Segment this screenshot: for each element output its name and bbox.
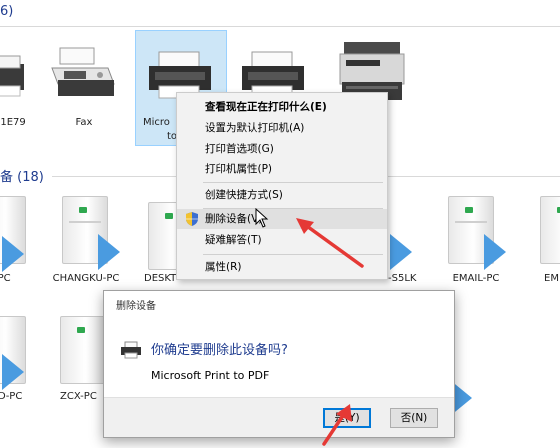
annotation-arrow-icon (322, 404, 352, 446)
status-led (465, 207, 473, 213)
menu-item-set-default[interactable]: 设置为默认打印机(A) (177, 118, 387, 138)
device-printer-1[interactable]: 61E79 (0, 40, 30, 140)
status-led (77, 327, 85, 333)
play-arrow-icon (484, 234, 506, 270)
device-computer-email-pc[interactable]: EMAIL-PC (438, 196, 514, 296)
device-computer[interactable]: -PC (0, 196, 36, 296)
status-led (79, 207, 87, 213)
uac-shield-icon (186, 212, 198, 226)
device-computer-changku-pc[interactable]: CHANGKU-PC (48, 196, 124, 296)
section-header-count: 6) (0, 4, 14, 19)
computer-tower-icon (60, 316, 106, 384)
dialog-device-name: Microsoft Print to PDF (151, 369, 270, 382)
device-label: Fax (75, 117, 93, 128)
section-header-printers: 6) (0, 4, 13, 19)
play-arrow-icon (98, 234, 120, 270)
device-label: EM (544, 273, 559, 284)
device-label: -S5LK (388, 273, 417, 284)
device-label: 61E79 (0, 117, 26, 128)
device-computer-em[interactable]: EM (538, 196, 560, 296)
annotation-arrow-icon (296, 218, 364, 268)
no-button[interactable]: 否(N) (390, 408, 438, 428)
fax-icon (51, 47, 115, 96)
computer-tower-icon (540, 196, 560, 264)
menu-separator (203, 182, 383, 183)
menu-item-see-whats-printing[interactable]: 查看现在正在打印什么(E) (177, 97, 387, 117)
dialog-title: 删除设备 (116, 301, 156, 312)
dialog-question: 你确定要删除此设备吗? (151, 343, 288, 358)
status-led (165, 213, 173, 219)
printer-icon (0, 55, 24, 97)
printer-icon (121, 341, 141, 359)
menu-item-label: 删除设备(V) (205, 213, 263, 225)
device-printer-4[interactable] (238, 40, 310, 100)
divider (0, 26, 560, 27)
play-arrow-icon (2, 354, 24, 390)
dialog-button-bar: 是(Y) 否(N) (104, 397, 454, 437)
remove-device-dialog: 删除设备 你确定要删除此设备吗? Microsoft Print to PDF … (103, 290, 455, 438)
device-label: D-PC (0, 391, 23, 402)
device-fax[interactable]: Fax (48, 40, 120, 140)
device-label: CHANGKU-PC (52, 273, 120, 284)
device-label: -PC (0, 273, 11, 284)
menu-item-create-shortcut[interactable]: 创建快捷方式(S) (177, 185, 387, 205)
play-arrow-icon (2, 236, 24, 272)
device-computer-zcx-pc[interactable]: ZCX-PC (56, 316, 106, 416)
play-arrow-icon (390, 234, 412, 270)
device-label: EMAIL-PC (452, 273, 500, 284)
mouse-cursor-icon (255, 208, 269, 228)
section-header-devices: 备 (18) (0, 170, 44, 185)
menu-item-printer-properties[interactable]: 打印机属性(P) (177, 159, 387, 179)
menu-item-printing-preferences[interactable]: 打印首选项(G) (177, 139, 387, 159)
device-computer[interactable]: D-PC (0, 316, 40, 416)
